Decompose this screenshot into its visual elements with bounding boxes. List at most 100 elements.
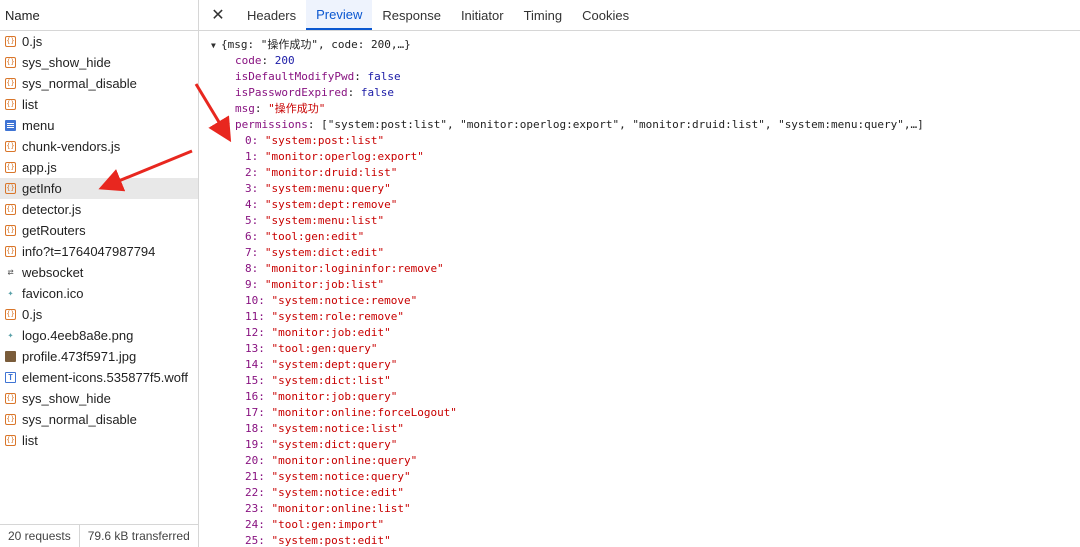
permission-item[interactable]: 1: "monitor:operlog:export" — [245, 149, 424, 165]
json-index: 20: — [245, 454, 272, 467]
permission-item[interactable]: 15: "system:dict:list" — [245, 373, 391, 389]
request-row[interactable]: {} sys_show_hide — [0, 388, 198, 409]
tab-timing[interactable]: Timing — [514, 0, 573, 30]
permission-item[interactable]: 5: "system:menu:list" — [245, 213, 384, 229]
tab-headers[interactable]: Headers — [237, 0, 306, 30]
json-string: "monitor:job:list" — [264, 278, 385, 291]
permission-item[interactable]: 24: "tool:gen:import" — [245, 517, 384, 533]
request-name: profile.473f5971.jpg — [22, 349, 137, 364]
json-index: 8: — [245, 262, 265, 275]
permission-item[interactable]: 3: "system:menu:query" — [245, 181, 391, 197]
json-value: 200 — [274, 54, 295, 67]
request-name: favicon.ico — [22, 286, 84, 301]
permission-item[interactable]: 16: "monitor:job:query" — [245, 389, 397, 405]
json-index: 13: — [245, 342, 272, 355]
json-permissions[interactable]: ▼ permissions: ["system:post:list", "moni… — [225, 117, 924, 133]
xhr-icon: {} — [5, 141, 16, 152]
request-row[interactable]: {} sys_normal_disable — [0, 409, 198, 430]
preview-panel: ▼ {msg: "操作成功", code: 200,…} code: 200 isDe… — [199, 31, 1080, 547]
xhr-icon: {} — [5, 204, 16, 215]
permission-item[interactable]: 10: "system:notice:remove" — [245, 293, 417, 309]
permission-item[interactable]: 9: "monitor:job:list" — [245, 277, 384, 293]
permission-item[interactable]: 25: "system:post:edit" — [245, 533, 391, 547]
request-row[interactable]: {} app.js — [0, 157, 198, 178]
name-column-header[interactable]: Name — [0, 0, 198, 31]
request-name: list — [22, 97, 38, 112]
permission-item[interactable]: 18: "system:notice:list" — [245, 421, 404, 437]
permission-item[interactable]: 7: "system:dict:edit" — [245, 245, 384, 261]
json-field[interactable]: msg: "操作成功" — [235, 101, 325, 117]
json-index: 24: — [245, 518, 272, 531]
request-row[interactable]: menu — [0, 115, 198, 136]
request-name: sys_normal_disable — [22, 76, 137, 91]
json-root-summary: {msg: "操作成功", code: 200,…} — [221, 38, 411, 51]
request-name: detector.js — [22, 202, 82, 217]
request-name: 0.js — [22, 34, 43, 49]
json-string: "tool:gen:edit" — [264, 230, 365, 243]
json-index: 1: — [245, 150, 265, 163]
request-row[interactable]: profile.473f5971.jpg — [0, 346, 198, 367]
permission-item[interactable]: 8: "monitor:logininfor:remove" — [245, 261, 444, 277]
request-row[interactable]: ✦ favicon.ico — [0, 283, 198, 304]
permission-item[interactable]: 17: "monitor:online:forceLogout" — [245, 405, 457, 421]
request-row[interactable]: {} info?t=1764047987794 — [0, 241, 198, 262]
transferred-size: 79.6 kB transferred — [87, 529, 190, 543]
json-string: "tool:gen:import" — [271, 518, 385, 531]
tab-cookies[interactable]: Cookies — [572, 0, 639, 30]
json-field[interactable]: isPasswordExpired: false — [235, 85, 394, 101]
permission-item[interactable]: 2: "monitor:druid:list" — [245, 165, 397, 181]
close-icon[interactable]: ✕ — [199, 0, 237, 30]
json-string: "tool:gen:query" — [271, 342, 378, 355]
permission-item[interactable]: 22: "system:notice:edit" — [245, 485, 404, 501]
permission-item[interactable]: 19: "system:dict:query" — [245, 437, 397, 453]
json-field[interactable]: code: 200 — [235, 53, 295, 69]
tab-initiator[interactable]: Initiator — [451, 0, 514, 30]
json-index: 2: — [245, 166, 265, 179]
request-row[interactable]: {} 0.js — [0, 304, 198, 325]
request-row[interactable]: {} getRouters — [0, 220, 198, 241]
request-row[interactable]: {} getInfo — [0, 178, 198, 199]
permission-item[interactable]: 14: "system:dept:query" — [245, 357, 397, 373]
request-row[interactable]: {} 0.js — [0, 31, 198, 52]
permission-item[interactable]: 13: "tool:gen:query" — [245, 341, 377, 357]
request-row[interactable]: {} sys_show_hide — [0, 52, 198, 73]
json-index: 15: — [245, 374, 272, 387]
json-string: "system:notice:query" — [271, 470, 411, 483]
json-index: 17: — [245, 406, 272, 419]
permission-item[interactable]: 20: "monitor:online:query" — [245, 453, 417, 469]
request-name: menu — [22, 118, 55, 133]
json-string: "monitor:job:query" — [271, 390, 398, 403]
json-root[interactable]: ▼ {msg: "操作成功", code: 200,…} — [211, 37, 411, 53]
request-row[interactable]: {} sys_normal_disable — [0, 73, 198, 94]
request-row[interactable]: {} chunk-vendors.js — [0, 136, 198, 157]
permission-item[interactable]: 12: "monitor:job:edit" — [245, 325, 391, 341]
permission-item[interactable]: 0: "system:post:list" — [245, 133, 384, 149]
permission-item[interactable]: 4: "system:dept:remove" — [245, 197, 397, 213]
permission-item[interactable]: 23: "monitor:online:list" — [245, 501, 411, 517]
request-name: sys_show_hide — [22, 391, 111, 406]
status-bar: 20 requests 79.6 kB transferred — [0, 524, 198, 547]
request-row[interactable]: {} detector.js — [0, 199, 198, 220]
json-string: "system:dict:list" — [271, 374, 391, 387]
xhr-icon: {} — [5, 99, 16, 110]
tab-preview[interactable]: Preview — [306, 0, 373, 30]
expand-triangle-icon: ▼ — [225, 121, 230, 130]
permission-item[interactable]: 6: "tool:gen:edit" — [245, 229, 364, 245]
xhr-icon: {} — [5, 162, 16, 173]
json-index: 11: — [245, 310, 272, 323]
permission-item[interactable]: 11: "system:role:remove" — [245, 309, 404, 325]
document-icon — [5, 120, 16, 131]
permission-item[interactable]: 21: "system:notice:query" — [245, 469, 411, 485]
request-row[interactable]: Telement-icons.535877f5.woff — [0, 367, 198, 388]
tab-response[interactable]: Response — [372, 0, 451, 30]
json-string: "system:notice:edit" — [271, 486, 404, 499]
json-index: 5: — [245, 214, 265, 227]
request-row[interactable]: ⇄ websocket — [0, 262, 198, 283]
json-token: : — [254, 102, 269, 115]
request-row[interactable]: {} list — [0, 430, 198, 451]
request-list-panel: Name {} 0.js {} sys_show_hide {} sys_normal_d… — [0, 0, 199, 547]
request-count: 20 requests — [0, 525, 80, 547]
request-row[interactable]: {} list — [0, 94, 198, 115]
request-row[interactable]: ✦ logo.4eeb8a8e.png — [0, 325, 198, 346]
json-field[interactable]: isDefaultModifyPwd: false — [235, 69, 401, 85]
